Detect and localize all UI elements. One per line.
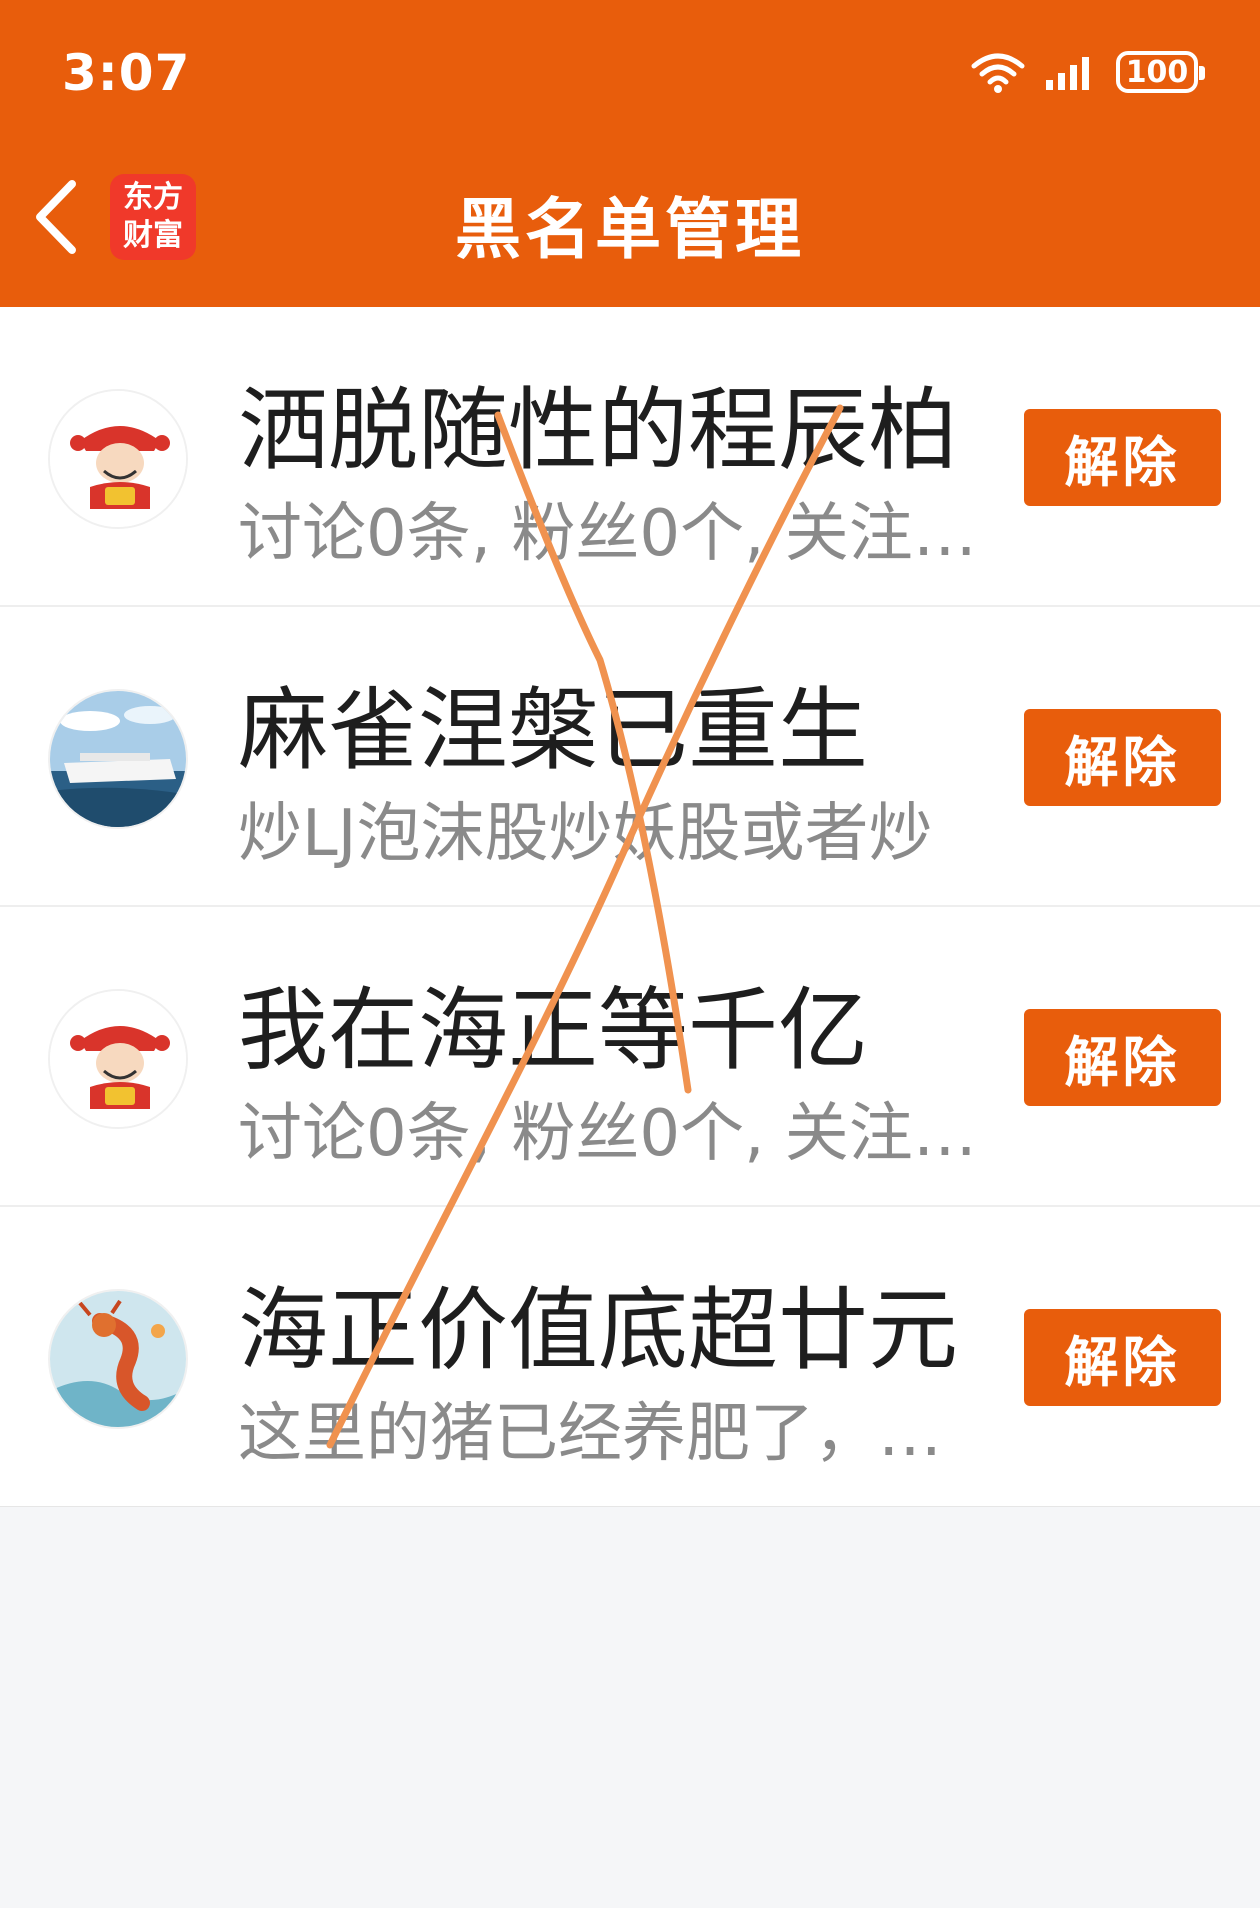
user-desc: 讨论0条, 粉丝0个, 关注0个	[238, 1097, 993, 1171]
list-item: 洒脱随性的程辰柏 讨论0条, 粉丝0个, 关注0个 解除	[0, 307, 1260, 607]
user-desc: 炒LJ泡沫股炒妖股或者炒	[238, 797, 933, 871]
status-icons: 100	[968, 46, 1205, 98]
battery-icon: 100	[1116, 51, 1205, 93]
user-desc: 讨论0条, 粉丝0个, 关注0个	[238, 497, 993, 571]
avatar[interactable]	[48, 1289, 188, 1429]
list-item: 麻雀涅槃已重生 炒LJ泡沫股炒妖股或者炒 解除	[0, 607, 1260, 907]
avatar[interactable]	[48, 689, 188, 829]
dragon-avatar-icon	[50, 1291, 186, 1427]
unblock-button[interactable]: 解除	[1024, 709, 1221, 806]
user-name: 麻雀涅槃已重生	[238, 678, 868, 783]
list-item: 我在海正等千亿 讨论0条, 粉丝0个, 关注0个 解除	[0, 907, 1260, 1207]
unblock-button[interactable]: 解除	[1024, 409, 1221, 506]
user-name: 海正价值底超廿元	[238, 1278, 958, 1383]
fortune-god-avatar-icon	[50, 991, 186, 1127]
unblock-button[interactable]: 解除	[1024, 1309, 1221, 1406]
user-name: 我在海正等千亿	[238, 978, 868, 1083]
user-name: 洒脱随性的程辰柏	[238, 378, 958, 483]
battery-level: 100	[1125, 54, 1189, 90]
fortune-god-avatar-icon	[50, 391, 186, 527]
page-title: 黑名单管理	[455, 191, 805, 268]
avatar[interactable]	[48, 989, 188, 1129]
unblock-button[interactable]: 解除	[1024, 1009, 1221, 1106]
signal-icon	[1046, 57, 1089, 90]
user-desc: 这里的猪已经养肥了，该宰了	[238, 1397, 993, 1471]
status-time: 3:07	[62, 44, 191, 102]
app-header: 3:07 100 东方 财富 黑名单管理	[0, 0, 1260, 307]
list-item: 海正价值底超廿元 这里的猪已经养肥了，该宰了 解除	[0, 1207, 1260, 1507]
blacklist-list: 洒脱随性的程辰柏 讨论0条, 粉丝0个, 关注0个 解除 麻雀涅槃已重生 炒LJ…	[0, 307, 1260, 1507]
wifi-icon	[971, 53, 1025, 93]
avatar[interactable]	[48, 389, 188, 529]
cruise-ship-avatar-icon	[50, 691, 186, 827]
